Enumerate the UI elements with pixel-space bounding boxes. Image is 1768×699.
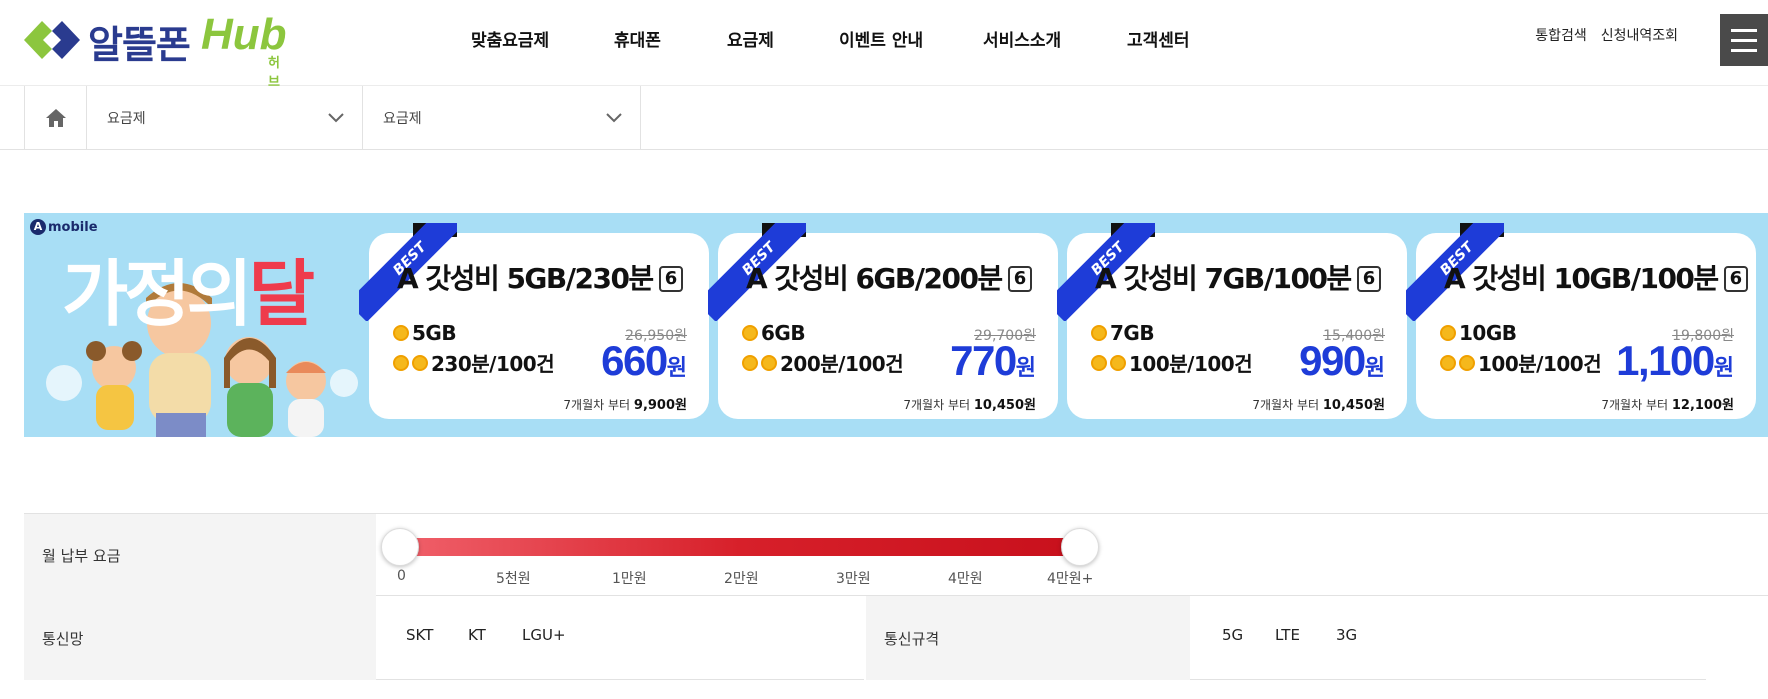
banner-title-red: 달 <box>248 252 315 336</box>
plan-data-spec: 5GB <box>393 321 457 345</box>
integrated-search-link[interactable]: 통합검색 <box>1535 25 1587 45</box>
fee-slider-min-handle[interactable] <box>381 528 419 566</box>
plan-data-spec: 7GB <box>1091 321 1155 345</box>
nav-services[interactable]: 서비스소개 <box>983 26 1073 51</box>
message-icon <box>761 354 777 371</box>
standard-option-5g[interactable]: 5G <box>1222 626 1243 644</box>
plan-voice-spec: 230분/100건 <box>393 348 555 377</box>
fee-tick-label: 5천원 <box>496 571 531 587</box>
discount-price: 660원 <box>601 337 687 384</box>
network-option-skt[interactable]: SKT <box>406 626 433 644</box>
chevron-down-icon <box>328 112 344 122</box>
fee-tick-label: 3만원 <box>836 571 871 587</box>
fee-tick-label: 4만원+ <box>1047 571 1094 587</box>
nav-plans[interactable]: 요금제 <box>727 26 787 51</box>
after-7-months-price: 7개월차 부터 10,450원 <box>903 398 1036 413</box>
plan-card[interactable]: BEST A 갓성비 6GB/200분 6 6GB 200분/100건 29,70… <box>708 223 1058 419</box>
discount-price: 1,100원 <box>1616 337 1734 384</box>
breadcrumb-select-1[interactable]: 요금제 <box>87 86 363 149</box>
breadcrumb-select-1-label: 요금제 <box>107 110 146 127</box>
discount-price: 770원 <box>950 337 1036 384</box>
banner-title-white: 가정의 <box>62 252 253 336</box>
plan-badge: 6 <box>1356 266 1382 292</box>
phone-icon <box>1091 354 1107 371</box>
data-coin-icon <box>742 325 758 341</box>
phone-icon <box>742 354 758 371</box>
amobile-brand: Amobile <box>30 219 98 235</box>
utility-links: 통합검색 신청내역조회 <box>1535 25 1678 45</box>
plan-voice-spec: 200분/100건 <box>742 348 904 377</box>
fee-slider-track[interactable] <box>400 538 1080 556</box>
fee-tick-label: 0 <box>397 568 406 584</box>
row-divider <box>376 679 864 680</box>
plan-card-title: A 갓성비 6GB/200분 6 <box>746 257 1033 297</box>
fee-slider-max-handle[interactable] <box>1061 528 1099 566</box>
after-7-months-price: 7개월차 부터 12,100원 <box>1601 398 1734 413</box>
after-7-months-price: 7개월차 부터 9,900원 <box>563 398 687 413</box>
plan-card-title: A 갓성비 10GB/100분 6 <box>1444 257 1749 297</box>
message-icon <box>1110 354 1126 371</box>
fee-filter-row: 월 납부 요금 0 5천원 1만원 2만원 3만원 4만원 4만원+ <box>24 513 1768 596</box>
nav-phones[interactable]: 휴대폰 <box>614 26 674 51</box>
network-filter-label: 통신망 <box>24 596 376 680</box>
hamburger-menu-icon[interactable] <box>1720 14 1768 66</box>
standard-option-lte[interactable]: LTE <box>1275 626 1300 644</box>
home-icon[interactable] <box>25 86 87 149</box>
chevron-down-icon <box>606 112 622 122</box>
phone-icon <box>1440 354 1456 371</box>
logo-sub-text: 허브 <box>268 56 280 90</box>
plan-card[interactable]: BEST A 갓성비 5GB/230분 6 5GB 230분/100건 26,95… <box>359 223 709 419</box>
plan-badge: 6 <box>658 266 684 292</box>
data-coin-icon <box>1091 325 1107 341</box>
plan-data-spec: 10GB <box>1440 321 1517 345</box>
plan-card-title: A 갓성비 5GB/230분 6 <box>397 257 684 297</box>
fee-tick-label: 1만원 <box>612 571 647 587</box>
plan-card[interactable]: BEST A 갓성비 7GB/100분 6 7GB 100분/100건 15,40… <box>1057 223 1407 419</box>
application-history-link[interactable]: 신청내역조회 <box>1601 25 1678 45</box>
banner-title: 가정의달 <box>62 235 315 340</box>
network-option-lgu[interactable]: LGU+ <box>522 626 566 644</box>
promo-banner[interactable]: Amobile 가정의달 BEST A 갓성비 5GB/230분 6 5GB 23… <box>24 213 1768 437</box>
fee-tick-label: 4만원 <box>948 571 983 587</box>
nav-custom-plan[interactable]: 맞춤요금제 <box>471 26 561 51</box>
amobile-brand-text: mobile <box>48 219 98 235</box>
breadcrumb: 요금제 요금제 <box>24 86 641 149</box>
standard-filter-label: 통신규격 <box>866 596 1190 680</box>
phone-icon <box>393 354 409 371</box>
logo-korean-text: 알뜰폰 <box>88 23 191 67</box>
discount-price: 990원 <box>1299 337 1385 384</box>
site-logo[interactable]: 알뜰폰 Hub 허브 <box>22 10 292 90</box>
fee-tick-label: 2만원 <box>724 571 759 587</box>
plan-voice-spec: 100분/100건 <box>1440 348 1602 377</box>
nav-customer-center[interactable]: 고객센터 <box>1127 26 1207 51</box>
logo-mark-icon <box>22 15 84 65</box>
fee-filter-label: 월 납부 요금 <box>24 514 376 596</box>
plan-card-title: A 갓성비 7GB/100분 6 <box>1095 257 1382 297</box>
standard-option-3g[interactable]: 3G <box>1336 626 1357 644</box>
breadcrumb-divider <box>0 149 1768 150</box>
message-icon <box>412 354 428 371</box>
row-divider <box>1190 679 1706 680</box>
nav-events[interactable]: 이벤트 안내 <box>839 26 939 51</box>
plan-badge: 6 <box>1007 266 1033 292</box>
after-7-months-price: 7개월차 부터 10,450원 <box>1252 398 1385 413</box>
plan-badge: 6 <box>1723 266 1749 292</box>
breadcrumb-select-2[interactable]: 요금제 <box>363 86 641 149</box>
site-header: 알뜰폰 Hub 허브 맞춤요금제 휴대폰 요금제 이벤트 안내 서비스소개 고객… <box>0 0 1768 90</box>
data-coin-icon <box>1440 325 1456 341</box>
plan-card[interactable]: BEST A 갓성비 10GB/100분 6 10GB 100분/100건 19,… <box>1406 223 1756 419</box>
message-icon <box>1459 354 1475 371</box>
plan-data-spec: 6GB <box>742 321 806 345</box>
banner-illustration: Amobile 가정의달 <box>24 213 369 437</box>
breadcrumb-select-2-label: 요금제 <box>383 110 422 127</box>
network-filter-row: 통신망 SKT KT LGU+ 통신규격 5G LTE 3G <box>24 596 1768 680</box>
data-coin-icon <box>393 325 409 341</box>
network-option-kt[interactable]: KT <box>468 626 486 644</box>
plan-voice-spec: 100분/100건 <box>1091 348 1253 377</box>
